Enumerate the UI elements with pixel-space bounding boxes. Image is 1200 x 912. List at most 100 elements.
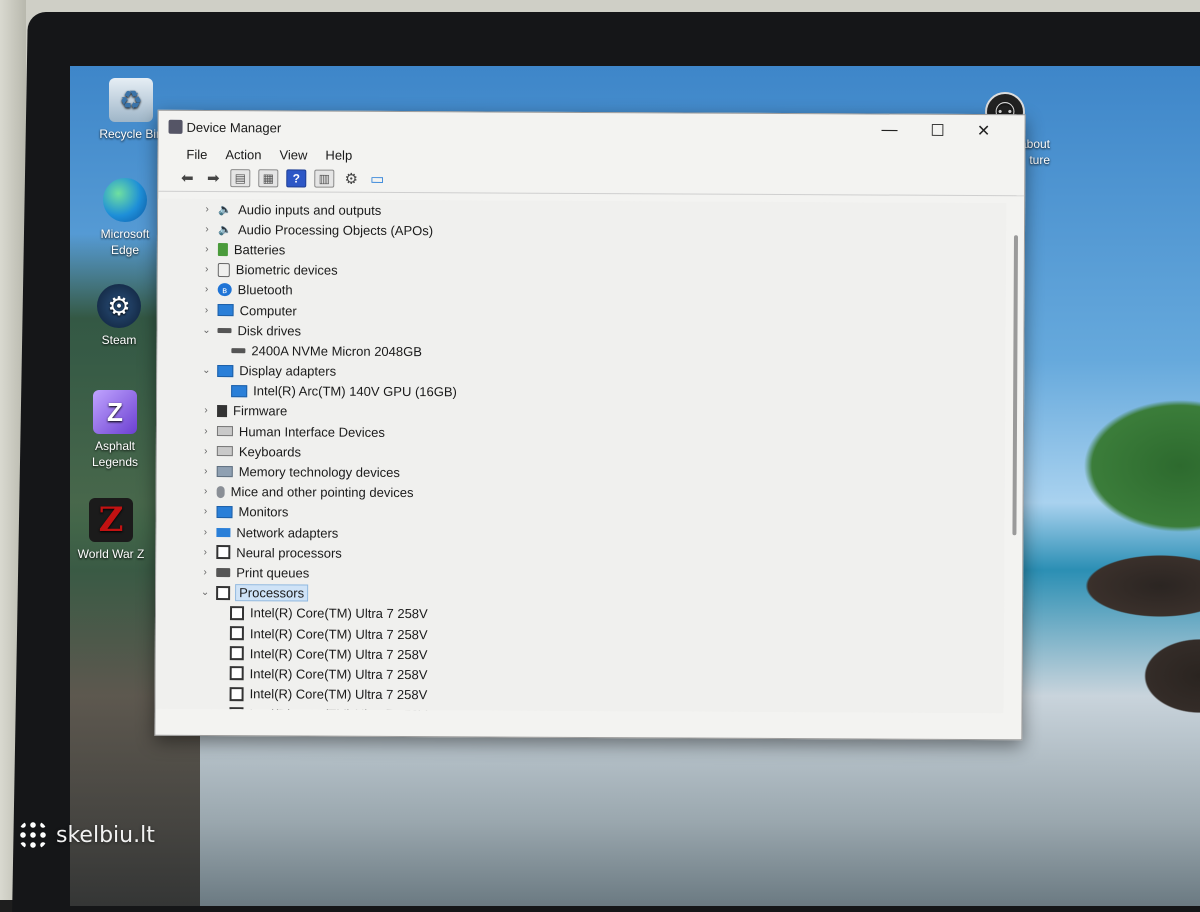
world-war-z-icon: Z <box>89 498 133 542</box>
chevron-right-icon[interactable]: › <box>200 264 214 275</box>
desktop-icon-label: World War Z <box>77 547 145 561</box>
tree-item-label: Display adapters <box>239 363 337 379</box>
forward-arrow-icon[interactable]: ➡ <box>204 170 222 187</box>
bat-device-icon <box>217 243 228 257</box>
tree-item-label: Neural processors <box>236 544 342 561</box>
tree-item-label: Mice and other pointing devices <box>230 484 414 501</box>
desktop-icon-label: Steam <box>101 333 137 347</box>
desktop-icon-asphalt-legends[interactable]: Z Asphalt Legends <box>70 390 160 470</box>
tree-item-label: Network adapters <box>236 524 339 541</box>
watermark: skelbiu.lt <box>18 820 155 850</box>
mouse-device-icon <box>216 485 225 498</box>
tree-item-label: Intel(R) Core(TM) Ultra 7 258V <box>249 625 428 642</box>
chip-device-icon <box>229 646 244 661</box>
tree-item-label: Intel(R) Core(TM) Ultra 7 258V <box>249 645 428 662</box>
desktop-icon-label: Asphalt Legends <box>91 439 139 469</box>
chip-device-icon <box>229 706 244 714</box>
menu-file[interactable]: File <box>186 146 207 161</box>
chevron-down-icon[interactable]: ⌄ <box>198 587 212 598</box>
tree-item-label: Memory technology devices <box>238 464 400 481</box>
device-manager-icon <box>168 119 183 134</box>
chevron-right-icon[interactable]: › <box>199 486 213 497</box>
title-bar[interactable]: Device Manager — ☐ ✕ <box>158 111 1024 148</box>
print-device-icon <box>216 568 231 578</box>
recycle-bin-icon: ♻ <box>109 78 153 122</box>
device-tree[interactable]: › 🔈 Audio inputs and outputs › 🔈 Audio Proces… <box>155 198 1007 714</box>
watermark-text: skelbiu.lt <box>56 822 155 848</box>
mon-device-icon <box>217 304 234 317</box>
desktop-icon-steam[interactable]: ⚙ Steam <box>74 284 164 348</box>
tree-item-label: Keyboards <box>238 444 302 460</box>
tree-item-label: Processors <box>235 584 309 602</box>
chevron-right-icon[interactable]: › <box>199 426 213 437</box>
chevron-right-icon[interactable]: › <box>198 547 212 558</box>
watermark-logo-icon <box>18 820 48 850</box>
tree-item-label: Human Interface Devices <box>238 423 385 440</box>
chevron-right-icon[interactable]: › <box>199 446 213 457</box>
tree-item-label: Computer <box>239 302 297 318</box>
vertical-scrollbar[interactable] <box>1012 235 1018 536</box>
desktop-icon-world-war-z[interactable]: Z World War Z <box>66 498 156 562</box>
tree-item-label: 2400A NVMe Micron 2048GB <box>251 343 422 360</box>
net-device-icon <box>216 527 231 537</box>
chevron-right-icon[interactable]: › <box>199 506 213 517</box>
chevron-right-icon[interactable]: › <box>198 567 212 578</box>
tree-item-label: Print queues <box>236 565 310 581</box>
tree-item-label: Intel(R) Core(TM) Ultra 7 258V <box>249 605 428 622</box>
chevron-right-icon[interactable]: › <box>198 527 212 538</box>
chevron-right-icon[interactable]: › <box>199 466 213 477</box>
spk-device-icon: 🔈 <box>218 203 232 216</box>
menu-view[interactable]: View <box>279 147 307 162</box>
device-manager-window: Device Manager — ☐ ✕ File Action View He… <box>154 109 1026 741</box>
maximize-button[interactable]: ☐ <box>914 115 960 147</box>
close-button[interactable]: ✕ <box>960 115 1006 147</box>
bt-device-icon: ʙ <box>217 283 232 297</box>
chip-device-icon <box>216 585 231 600</box>
edge-icon <box>103 178 147 222</box>
chip-device-icon <box>229 626 244 641</box>
mon-device-icon <box>216 505 233 519</box>
mem-device-icon <box>216 466 233 478</box>
mon-device-icon <box>217 364 234 377</box>
tree-item-label: Intel(R) Arc(TM) 140V GPU (16GB) <box>253 383 457 400</box>
mon-device-icon <box>231 384 248 397</box>
tree-item-label: Audio Processing Objects (APOs) <box>237 221 434 238</box>
chip-device-icon <box>229 605 245 621</box>
monitor-icon[interactable]: ▭ <box>368 171 386 188</box>
tree-item-label: Firmware <box>233 403 288 419</box>
fw-device-icon <box>217 405 228 418</box>
chevron-right-icon[interactable]: › <box>200 204 214 215</box>
menu-action[interactable]: Action <box>225 147 261 162</box>
view-icon[interactable]: ▥ <box>314 169 335 188</box>
kb-device-icon <box>216 446 233 457</box>
spk-device-icon: 🔈 <box>218 223 232 236</box>
chevron-down-icon[interactable]: ⌄ <box>199 325 213 336</box>
tree-item-label: Bluetooth <box>237 282 293 298</box>
chevron-down-icon[interactable]: ⌄ <box>199 365 213 376</box>
chevron-right-icon[interactable]: › <box>200 284 214 295</box>
tree-item-label: Intel(R) Core(TM) Ultra 7 258V <box>249 686 428 703</box>
chevron-right-icon[interactable]: › <box>199 405 213 416</box>
chip-device-icon <box>229 666 244 681</box>
kb-device-icon <box>216 426 233 437</box>
toolbar: ⬅ ➡ ▤ ▦ ? ▥ ⚙ ▭ <box>158 164 1025 197</box>
help-icon[interactable]: ? <box>286 169 307 188</box>
tree-item-label: Disk drives <box>237 322 302 339</box>
tree-item-label: Intel(R) Core(TM) Ultra 7 258V <box>249 707 427 714</box>
tree-item-label: Audio inputs and outputs <box>238 201 382 218</box>
tree-item-label: Batteries <box>233 242 286 258</box>
tree-item-label: Intel(R) Core(TM) Ultra 7 258V <box>249 666 428 683</box>
window-title: Device Manager <box>186 119 282 135</box>
chip-device-icon <box>229 686 244 701</box>
update-driver-icon[interactable]: ▦ <box>258 169 279 188</box>
properties-icon[interactable]: ▤ <box>230 169 251 188</box>
minimize-button[interactable]: — <box>866 114 912 146</box>
chip-device-icon <box>216 545 231 560</box>
chevron-right-icon[interactable]: › <box>200 244 214 255</box>
steam-icon: ⚙ <box>97 284 141 328</box>
chevron-right-icon[interactable]: › <box>200 304 214 316</box>
chevron-right-icon[interactable]: › <box>200 224 214 235</box>
menu-help[interactable]: Help <box>325 147 352 162</box>
scan-hardware-icon[interactable]: ⚙ <box>342 171 360 188</box>
back-arrow-icon[interactable]: ⬅ <box>178 170 196 187</box>
